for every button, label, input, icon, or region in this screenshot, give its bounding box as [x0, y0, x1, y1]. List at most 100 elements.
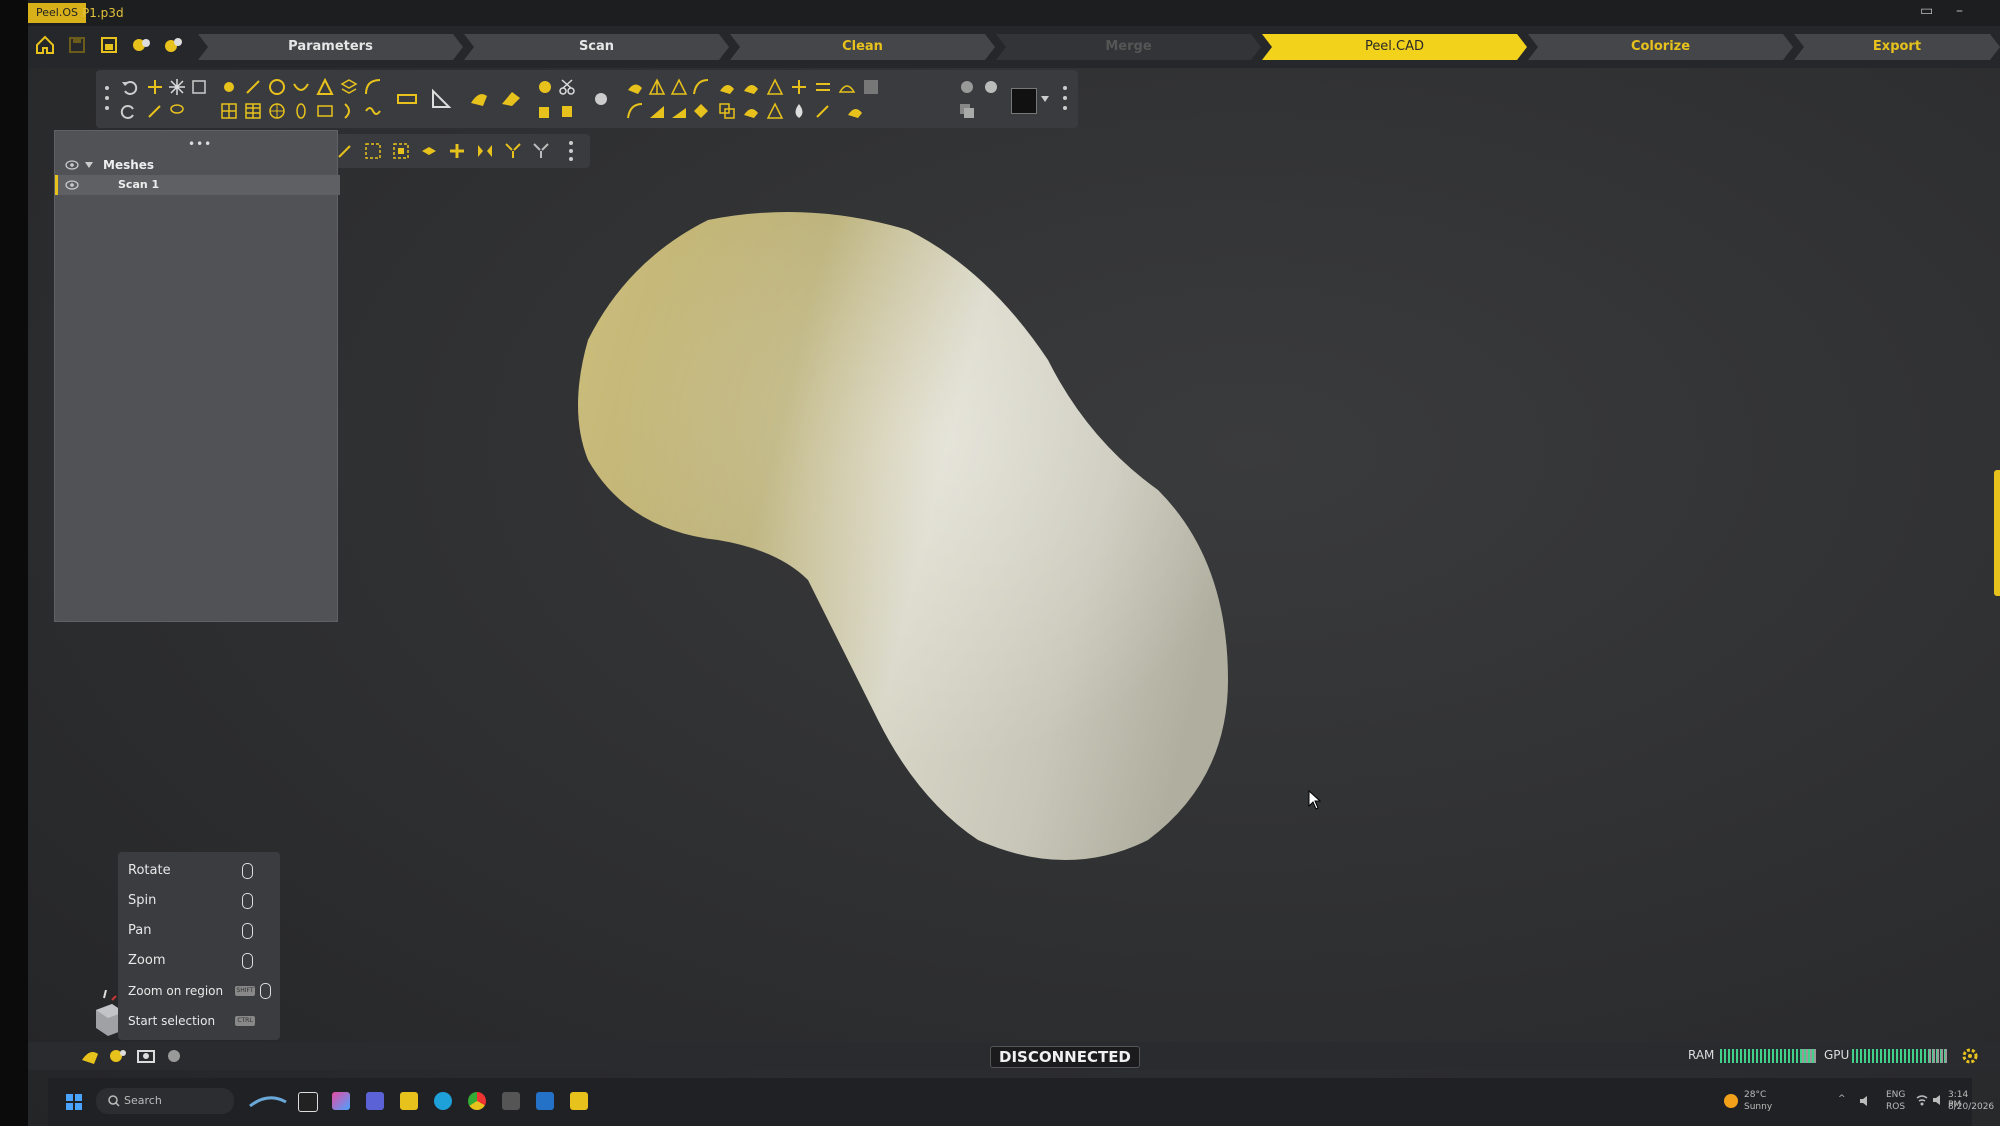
- circle-tool-icon[interactable]: [268, 78, 286, 96]
- calculator-icon[interactable]: [502, 1092, 520, 1110]
- save-icon[interactable]: [66, 34, 88, 56]
- shrink-selection-icon[interactable]: [532, 142, 550, 160]
- select-point-icon[interactable]: [146, 78, 164, 96]
- rectangle-tool-icon[interactable]: [316, 102, 334, 120]
- mirror-icon[interactable]: [476, 142, 494, 160]
- grid-fine-icon[interactable]: [244, 102, 262, 120]
- sphere-grid-icon[interactable]: [268, 102, 286, 120]
- layer-select-icon[interactable]: [420, 142, 438, 160]
- copilot-icon[interactable]: [332, 1092, 350, 1110]
- curve-fit-icon[interactable]: [626, 102, 644, 120]
- peel-status-icon[interactable]: [80, 1046, 100, 1066]
- split-icon[interactable]: [790, 78, 808, 96]
- camera-status-icon[interactable]: [136, 1046, 156, 1066]
- decimate-icon[interactable]: [670, 78, 688, 96]
- pen-icon[interactable]: [814, 102, 832, 120]
- bracket-tool-icon[interactable]: [340, 102, 358, 120]
- save-as-icon[interactable]: [98, 34, 120, 56]
- relax-icon[interactable]: [742, 78, 760, 96]
- peel-app-icon[interactable]: [570, 1092, 588, 1110]
- smooth-edge-icon[interactable]: [692, 78, 710, 96]
- view-settings-icon[interactable]: [958, 78, 976, 96]
- teams-icon[interactable]: [366, 1092, 384, 1110]
- panel-grip-icon[interactable]: •••: [188, 137, 212, 151]
- stamp-icon[interactable]: [692, 102, 710, 120]
- undo-icon[interactable]: [120, 78, 138, 96]
- chevron-down-icon[interactable]: [85, 162, 93, 168]
- grid-tool-icon[interactable]: [220, 102, 238, 120]
- language-secondary[interactable]: ROS: [1886, 1102, 1905, 1112]
- step-scan[interactable]: Scan: [464, 34, 729, 60]
- layer-item-scan-1[interactable]: Scan 1: [55, 175, 340, 195]
- paste-icon[interactable]: [558, 102, 576, 120]
- triangulate-icon[interactable]: [648, 78, 666, 96]
- home-icon[interactable]: [34, 34, 56, 56]
- select-inverse-icon[interactable]: [392, 142, 410, 160]
- line-tool-icon[interactable]: [244, 78, 262, 96]
- cut-icon[interactable]: [558, 78, 576, 96]
- layer-group-meshes[interactable]: Meshes: [55, 155, 337, 175]
- warning-icon[interactable]: [766, 102, 784, 120]
- search-highlight-icon[interactable]: [248, 1090, 288, 1112]
- expand-selection-icon[interactable]: [504, 142, 522, 160]
- ellipse-tool-icon[interactable]: [292, 102, 310, 120]
- lasso-icon[interactable]: [168, 102, 186, 120]
- step-colorize[interactable]: Colorize: [1528, 34, 1793, 60]
- gear-icon[interactable]: [1960, 1046, 1980, 1066]
- step-clean[interactable]: Clean: [730, 34, 995, 60]
- extrude-icon[interactable]: [648, 102, 666, 120]
- eye-icon[interactable]: [65, 160, 79, 170]
- layers-tool-icon[interactable]: [340, 78, 358, 96]
- align-icon[interactable]: [814, 78, 832, 96]
- step-export[interactable]: Export: [1794, 34, 2000, 60]
- transform-icon[interactable]: [590, 88, 612, 110]
- task-view-icon[interactable]: [298, 1092, 318, 1112]
- outlook-icon[interactable]: [536, 1092, 554, 1110]
- drop-icon[interactable]: [790, 102, 808, 120]
- wifi-icon[interactable]: [1916, 1094, 1928, 1106]
- settings-status-icon[interactable]: [164, 1046, 184, 1066]
- edge-icon[interactable]: [434, 1092, 452, 1110]
- duplicate-icon[interactable]: [958, 102, 976, 120]
- minimize-icon[interactable]: –: [1956, 3, 1963, 19]
- shell-icon[interactable]: [838, 78, 856, 96]
- render-settings-icon[interactable]: [982, 78, 1000, 96]
- toolbar-grip-icon[interactable]: [104, 84, 110, 112]
- sculpt-icon[interactable]: [742, 102, 760, 120]
- mute-icon[interactable]: [1858, 1094, 1872, 1108]
- flatten-icon[interactable]: [670, 102, 688, 120]
- select-all-icon[interactable]: [364, 142, 382, 160]
- volume-icon[interactable]: [1932, 1094, 1944, 1106]
- curve-tool-icon[interactable]: [364, 78, 382, 96]
- language-primary[interactable]: ENG: [1886, 1090, 1905, 1100]
- patch-icon[interactable]: [846, 102, 864, 120]
- import-scan-icon[interactable]: [162, 34, 184, 56]
- arc-tool-icon[interactable]: [292, 78, 310, 96]
- smooth-icon[interactable]: [718, 78, 736, 96]
- tray-chevron-icon[interactable]: ^: [1838, 1094, 1846, 1104]
- grow-selection-icon[interactable]: [448, 142, 466, 160]
- eye-icon[interactable]: [65, 180, 79, 190]
- toolbar2-more-icon[interactable]: [568, 140, 574, 162]
- mesh-select-icon[interactable]: [536, 78, 554, 96]
- windows-start-icon[interactable]: [66, 1094, 82, 1110]
- scanner-status-icon[interactable]: [108, 1046, 128, 1066]
- chevron-down-icon[interactable]: [1041, 96, 1049, 102]
- side-panel-handle[interactable]: [1994, 470, 2000, 596]
- sparkle-icon[interactable]: [168, 78, 186, 96]
- brush-select-icon[interactable]: [190, 78, 208, 96]
- fill-holes-icon[interactable]: [626, 78, 644, 96]
- point-tool-icon[interactable]: [220, 78, 238, 96]
- measure-icon[interactable]: [396, 88, 418, 110]
- color-swatch[interactable]: [1011, 88, 1037, 114]
- file-explorer-icon[interactable]: [400, 1092, 418, 1110]
- texture-icon[interactable]: [862, 78, 880, 96]
- chrome-icon[interactable]: [468, 1092, 486, 1110]
- wave-tool-icon[interactable]: [364, 102, 382, 120]
- plane-cut-icon[interactable]: [766, 78, 784, 96]
- peel-tool-icon[interactable]: [468, 88, 490, 110]
- clock-date[interactable]: 8/20/2026: [1948, 1102, 1994, 1112]
- toolbar-more-icon[interactable]: [1062, 84, 1068, 112]
- chat-icon[interactable]: ▭: [1920, 3, 1933, 19]
- redo-icon[interactable]: [120, 102, 138, 120]
